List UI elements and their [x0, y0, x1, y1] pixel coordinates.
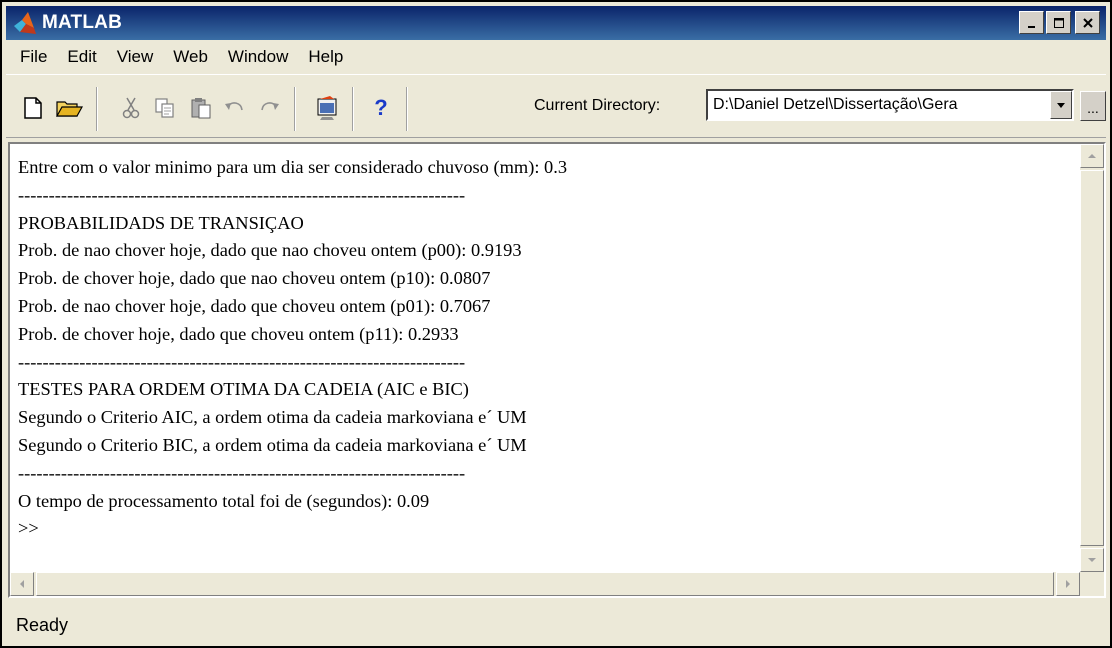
help-icon: ? — [374, 95, 388, 120]
menu-edit[interactable]: Edit — [57, 47, 106, 67]
output-line: Prob. de chover hoje, dado que nao chove… — [18, 268, 491, 289]
maximize-icon — [1053, 17, 1064, 28]
command-prompt[interactable]: >> — [18, 515, 1074, 543]
close-button[interactable] — [1075, 11, 1100, 34]
paste-icon — [191, 98, 211, 119]
toolbar: ? Current Directory: D:\Daniel Detzel\Di… — [6, 74, 1106, 138]
menu-bar: File Edit View Web Window Help — [6, 42, 1106, 72]
new-file-button[interactable] — [18, 93, 48, 123]
separator-line: ----------------------------------------… — [18, 462, 466, 483]
vertical-scroll-thumb[interactable] — [1080, 170, 1104, 546]
scroll-right-button[interactable] — [1056, 572, 1080, 596]
simulink-icon — [317, 96, 337, 120]
horizontal-scroll-thumb[interactable] — [36, 572, 1054, 596]
menu-help[interactable]: Help — [298, 47, 353, 67]
minimize-icon — [1027, 25, 1035, 28]
minimize-button[interactable] — [1019, 11, 1044, 34]
status-bar: Ready — [6, 606, 1106, 644]
current-directory-label: Current Directory: — [534, 97, 661, 114]
maximize-button[interactable] — [1046, 11, 1071, 34]
output-line: O tempo de processamento total foi de (s… — [18, 490, 430, 511]
output-line: TESTES PARA ORDEM OTIMA DA CADEIA (AIC e… — [18, 379, 469, 400]
chevron-down-icon — [1057, 103, 1065, 108]
scrollbar-corner — [1080, 572, 1104, 596]
cut-button[interactable] — [116, 93, 146, 123]
copy-icon — [155, 98, 174, 118]
output-line: Prob. de chover hoje, dado que choveu on… — [18, 323, 459, 344]
scroll-left-button[interactable] — [10, 572, 34, 596]
arrow-up-icon — [1088, 154, 1096, 158]
undo-icon — [225, 102, 243, 111]
paste-button[interactable] — [186, 93, 216, 123]
window-title: MATLAB — [42, 12, 122, 33]
toolbar-separator — [406, 87, 408, 131]
cut-icon — [122, 97, 140, 119]
menu-window[interactable]: Window — [218, 47, 298, 67]
browse-label: ... — [1087, 100, 1099, 116]
output-line: PROBABILIDADS DE TRANSIÇAO — [18, 212, 304, 233]
scroll-up-button[interactable] — [1080, 144, 1104, 168]
open-file-button[interactable] — [54, 93, 84, 123]
undo-button[interactable] — [220, 93, 250, 123]
matlab-window: MATLAB File Edit View Web Window Help ? … — [0, 0, 1112, 648]
arrow-right-icon — [1066, 580, 1070, 588]
output-line: Entre com o valor minimo para um dia ser… — [18, 157, 568, 177]
menu-web[interactable]: Web — [163, 47, 218, 67]
redo-icon — [261, 102, 279, 111]
status-text: Ready — [16, 614, 69, 635]
open-folder-icon — [55, 101, 83, 117]
simulink-button[interactable] — [312, 93, 342, 123]
scroll-down-button[interactable] — [1080, 548, 1104, 572]
close-icon — [1082, 17, 1093, 28]
output-line: Prob. de nao chover hoje, dado que nao c… — [18, 240, 522, 261]
title-bar[interactable]: MATLAB — [6, 6, 1106, 40]
arrow-left-icon — [20, 580, 24, 588]
output-line: Segundo o Criterio AIC, a ordem otima da… — [18, 407, 527, 428]
output-line: Prob. de nao chover hoje, dado que chove… — [18, 295, 491, 316]
horizontal-scrollbar[interactable] — [10, 572, 1080, 596]
separator-line: ----------------------------------------… — [18, 351, 466, 372]
separator-line: ----------------------------------------… — [18, 184, 466, 205]
command-window[interactable]: Entre com o valor minimo para um dia ser… — [8, 142, 1106, 598]
browse-folder-button[interactable]: ... — [1080, 91, 1106, 121]
new-file-icon — [24, 97, 42, 119]
menu-file[interactable]: File — [12, 47, 57, 67]
current-directory-dropdown-button[interactable] — [1050, 91, 1072, 119]
redo-button[interactable] — [254, 93, 284, 123]
matlab-logo-icon — [14, 12, 36, 34]
toolbar-separator — [96, 87, 98, 131]
toolbar-separator — [294, 87, 296, 131]
arrow-down-icon — [1088, 558, 1096, 562]
vertical-scrollbar[interactable] — [1080, 144, 1104, 572]
output-line: Segundo o Criterio BIC, a ordem otima da… — [18, 434, 527, 455]
toolbar-separator — [352, 87, 354, 131]
help-button[interactable]: ? — [366, 93, 396, 123]
copy-button[interactable] — [150, 93, 180, 123]
current-directory-value[interactable]: D:\Daniel Detzel\Dissertação\Gera — [713, 96, 958, 114]
current-directory-combo[interactable]: D:\Daniel Detzel\Dissertação\Gera — [706, 89, 1074, 121]
menu-view[interactable]: View — [107, 47, 164, 67]
command-window-output[interactable]: Entre com o valor minimo para um dia ser… — [12, 144, 1074, 572]
